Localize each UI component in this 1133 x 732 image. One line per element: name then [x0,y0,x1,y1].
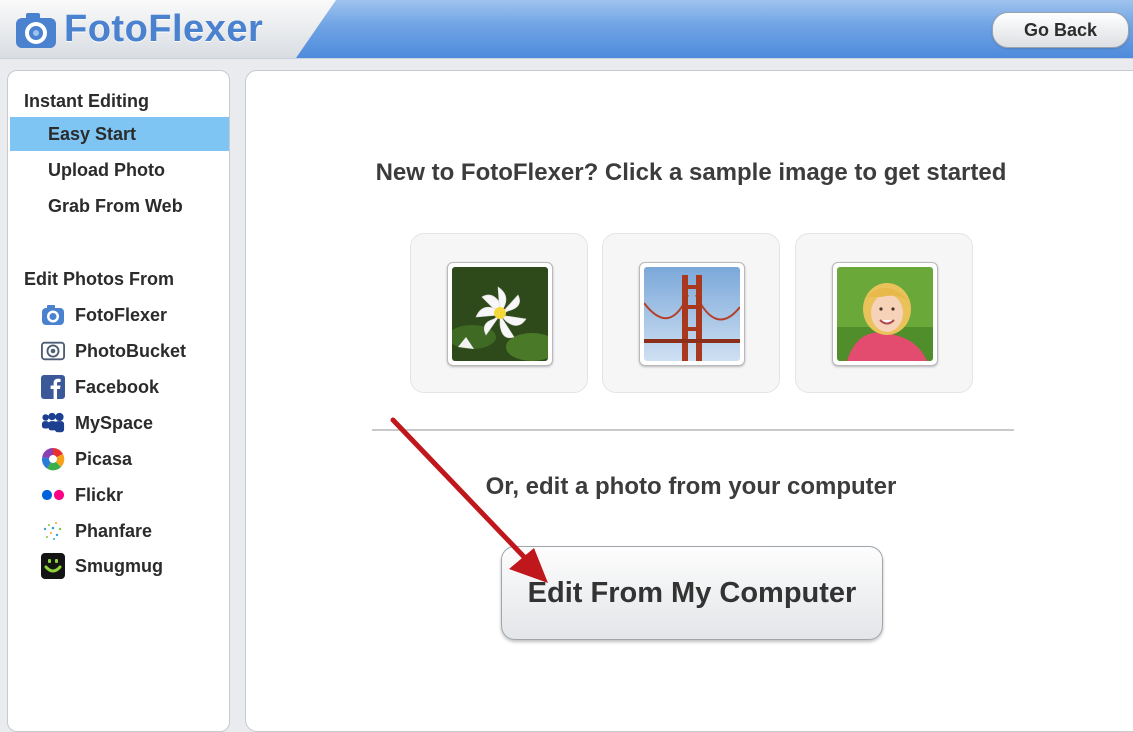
top-header: FotoFlexer Go Back [0,0,1133,59]
picasa-icon [41,447,65,471]
edit-photos-from-heading: Edit Photos From [24,269,174,289]
source-phanfare[interactable]: Phanfare [41,516,152,546]
source-label: MySpace [75,412,154,433]
main-panel: New to FotoFlexer? Click a sample image … [245,70,1133,732]
sample-golden-gate-bridge[interactable] [602,233,780,393]
sidebar-item-label: Upload Photo [48,159,165,180]
source-picasa[interactable]: Picasa [41,444,132,474]
source-flickr[interactable]: Flickr [41,480,123,510]
myspace-icon [41,411,65,435]
flickr-icon [41,483,65,507]
smugmug-icon [41,553,65,579]
source-label: Facebook [75,376,160,397]
source-label: FotoFlexer [75,304,168,325]
sidebar: Instant Editing Easy Start Upload Photo … [7,70,230,732]
source-photobucket[interactable]: PhotoBucket [41,336,186,366]
source-label: PhotoBucket [75,340,187,361]
go-back-button[interactable]: Go Back [992,12,1129,48]
source-label: Picasa [75,448,133,469]
camera-icon [16,12,56,48]
sample-thumbnail [832,262,938,366]
sidebar-item-grab-from-web[interactable]: Grab From Web [10,189,229,223]
sample-thumbnail [447,262,553,366]
intro-text: New to FotoFlexer? Click a sample image … [375,159,1007,186]
water-lily-image [452,267,548,361]
sample-thumbnail [639,262,745,366]
sample-smiling-girl[interactable] [795,233,973,393]
source-label: Phanfare [75,520,153,541]
source-smugmug[interactable]: Smugmug [41,551,163,581]
photobucket-icon [41,339,65,363]
or-edit-text: Or, edit a photo from your computer [485,473,897,500]
fotoflexer-icon [41,303,65,327]
phanfare-icon [41,519,65,543]
sidebar-item-easy-start[interactable]: Easy Start [10,117,229,151]
sample-water-lily[interactable] [410,233,588,393]
source-myspace[interactable]: MySpace [41,408,153,438]
golden-gate-bridge-image [644,267,740,361]
logo-text: FotoFlexer [64,8,264,50]
source-label: Flickr [75,484,124,505]
sidebar-item-upload-photo[interactable]: Upload Photo [10,153,229,187]
instant-editing-heading: Instant Editing [24,91,149,111]
smiling-girl-image [837,267,933,361]
section-divider [372,429,1014,431]
fotoflexer-logo[interactable]: FotoFlexer [14,8,263,51]
sidebar-item-label: Grab From Web [48,195,183,216]
facebook-icon [41,375,65,399]
source-label: Smugmug [75,555,163,576]
edit-from-computer-button[interactable]: Edit From My Computer [501,546,883,640]
source-fotoflexer[interactable]: FotoFlexer [41,300,167,330]
source-facebook[interactable]: Facebook [41,372,159,402]
sidebar-item-label: Easy Start [48,123,137,144]
